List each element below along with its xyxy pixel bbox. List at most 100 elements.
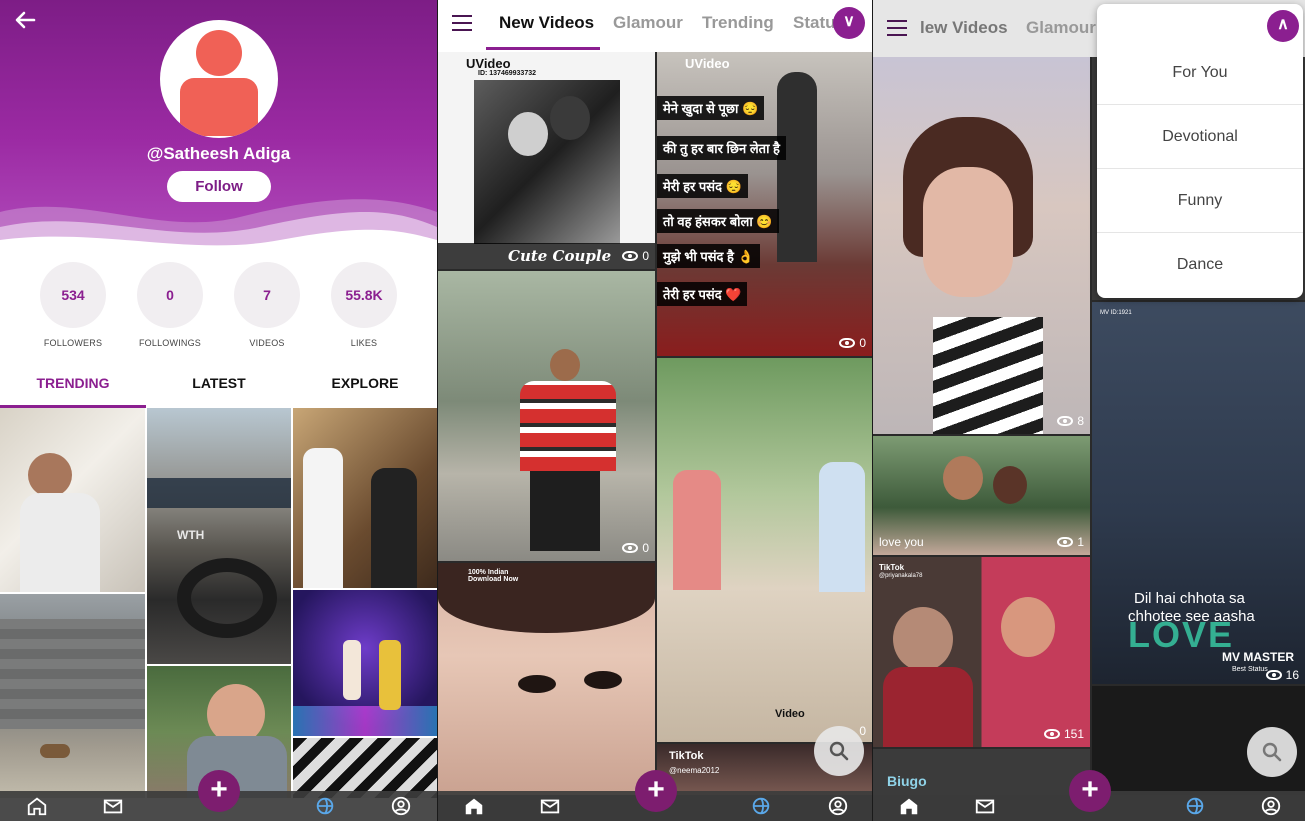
tab-new-videos[interactable]: New Videos [499,13,594,33]
video-brand: TikTok [879,563,905,572]
video-brand: TikTok [669,750,704,762]
view-count: 0 [622,249,649,263]
video-thumbnail[interactable] [293,590,437,736]
globe-icon[interactable] [313,795,337,817]
stat-value: 0 [137,262,203,328]
back-arrow-icon[interactable] [12,8,38,32]
overlay-text: मुझे भी पसंद है 👌 [657,244,760,268]
tab-status[interactable]: Statu [793,13,836,33]
globe-icon[interactable] [1183,795,1207,817]
search-icon [829,741,849,761]
stat-label: FOLLOWINGS [138,338,201,348]
stat-followings[interactable]: 0 FOLLOWINGS [123,262,217,348]
video-card[interactable]: UVideo मेने खुदा से पूछा 😔 की तु हर बार … [657,52,872,356]
stat-label: LIKES [350,338,378,348]
video-brand: Video [775,708,805,720]
status-label: Best Status [1232,666,1268,673]
search-button[interactable] [814,726,864,776]
dropdown-item-funny[interactable]: Funny [1097,169,1303,233]
tab-explore[interactable]: EXPLORE [292,372,437,408]
stat-value: 7 [234,262,300,328]
tab-trending[interactable]: Trending [702,13,774,33]
dropdown-item-dance[interactable]: Dance [1097,233,1303,297]
profile-icon[interactable] [826,795,850,817]
video-thumbnail[interactable] [0,594,145,798]
video-id: @priyanakala78 [879,573,923,579]
tab-latest[interactable]: LATEST [146,372,292,408]
overlay-text: मेरी हर पसंद 😔 [657,174,748,198]
video-card[interactable]: 100% Indian Download Now [438,563,655,795]
follow-button[interactable]: Follow [167,171,271,202]
mv-master-label: MV MASTER [1222,650,1294,664]
video-id: @neema2012 [669,766,720,775]
profile-stats: 534 FOLLOWERS 0 FOLLOWINGS 7 VIDEOS 55.8… [0,262,437,352]
search-button[interactable] [1247,727,1297,777]
eye-icon [622,543,639,553]
video-card[interactable]: UVideo ID: 137469933732 Cute Couple 0 [438,52,655,269]
search-icon [1262,742,1282,762]
tab-glamour[interactable]: Glamour [1026,18,1096,38]
globe-icon[interactable] [749,795,773,817]
top-bar: New Videos Glamour Trending Statu ∨ [438,0,872,52]
video-feed-dropdown-screen: lew Videos Glamour 8 love you 1 TikTok @… [873,0,1305,821]
view-count: 8 [1057,414,1084,428]
avatar[interactable] [160,20,278,138]
mail-icon[interactable] [101,795,125,817]
video-card[interactable]: 8 [873,57,1090,434]
video-brand: 100% Indian Download Now [468,569,519,583]
plus-icon[interactable]: + [1069,770,1111,812]
menu-icon[interactable] [452,15,472,31]
active-tab-indicator [486,47,600,50]
profile-screen: @Satheesh Adiga Follow 534 FOLLOWERS 0 F… [0,0,437,821]
stat-value: 534 [40,262,106,328]
profile-tabs: TRENDING LATEST EXPLORE [0,372,437,408]
stat-label: FOLLOWERS [43,338,103,348]
video-card[interactable]: Biugo [873,749,1090,795]
tab-glamour[interactable]: Glamour [613,13,683,33]
eye-icon [1265,670,1282,680]
video-card[interactable]: TikTok @priyanakala78 151 [873,557,1090,747]
home-icon[interactable] [897,795,921,817]
video-card[interactable]: love you 1 [873,436,1090,555]
stat-likes[interactable]: 55.8K LIKES [317,262,411,348]
view-count: 1 [1057,535,1084,549]
stat-followers[interactable]: 534 FOLLOWERS [26,262,120,348]
stat-videos[interactable]: 7 VIDEOS [220,262,314,348]
view-count: 0 [839,336,866,350]
video-thumbnail[interactable] [293,738,437,798]
home-icon[interactable] [25,795,49,817]
dropdown-item-for-you[interactable]: For You [1097,41,1303,105]
profile-icon[interactable] [1259,795,1283,817]
mail-icon[interactable] [973,795,997,817]
video-thumbnail[interactable] [293,408,437,588]
mail-icon[interactable] [538,795,562,817]
view-count: 0 [859,724,866,738]
overlay-text: तेरी हर पसंद ❤️ [657,282,748,306]
stat-label: VIDEOS [249,338,285,348]
video-card[interactable]: Video 0 [657,358,872,742]
chevrons-up-icon[interactable]: ∧ [1267,10,1299,42]
video-thumbnail[interactable]: WTH [147,408,291,664]
home-icon[interactable] [462,795,486,817]
eye-icon [1043,729,1060,739]
video-card[interactable]: 0 [438,271,655,561]
menu-icon[interactable] [887,20,907,36]
eye-icon [1057,416,1074,426]
view-count: 16 [1265,668,1299,682]
overlay-text: Dil hai chhota sa [1134,590,1245,607]
overlay-text: की तु हर बार छिन लेता है [657,136,786,160]
tab-new-videos[interactable]: lew Videos [920,18,1008,38]
video-thumbnail[interactable] [0,408,145,592]
video-brand: Biugo [887,773,927,789]
video-brand: UVideo [685,56,730,71]
plus-icon[interactable]: + [198,770,240,812]
video-brand: UVideo [466,56,511,71]
profile-icon[interactable] [389,795,413,817]
dropdown-item-devotional[interactable]: Devotional [1097,105,1303,169]
chevrons-down-icon[interactable]: ∨ [833,7,865,39]
video-card[interactable]: MV ID:1921 Dil hai chhota sa chhotee see… [1092,302,1305,684]
love-title: LOVE [1128,614,1235,655]
plus-icon[interactable]: + [635,770,677,812]
eye-icon [1057,537,1074,547]
tab-trending[interactable]: TRENDING [0,372,146,408]
